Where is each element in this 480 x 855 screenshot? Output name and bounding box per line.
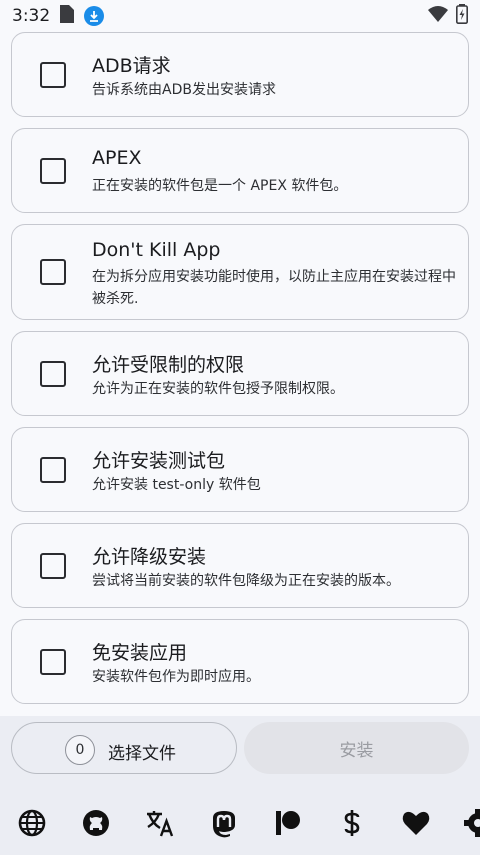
option-title: 允许安装测试包 bbox=[92, 450, 226, 472]
option-description: 在为拆分应用安装功能时使用，以防止主应用在安装过程中被杀死. bbox=[92, 269, 456, 307]
option-card-allow-test-packages[interactable]: 允许安装测试包 允许安装 test-only 软件包 bbox=[11, 427, 469, 512]
github-icon[interactable] bbox=[81, 808, 111, 838]
sim-card-icon bbox=[60, 5, 75, 27]
checkbox[interactable] bbox=[40, 552, 66, 579]
option-description: 尝试将当前安装的软件包降级为正在安装的版本。 bbox=[92, 573, 400, 589]
option-description: 告诉系统由ADB发出安装请求 bbox=[92, 82, 276, 98]
translate-icon[interactable] bbox=[145, 808, 175, 838]
option-card-allow-restricted-permissions[interactable]: 允许受限制的权限 允许为正在安装的软件包授予限制权限。 bbox=[11, 331, 469, 416]
mastodon-icon[interactable] bbox=[209, 808, 239, 838]
dollar-icon[interactable] bbox=[337, 808, 367, 838]
option-description: 安装软件包作为即时应用。 bbox=[92, 669, 260, 685]
checkbox[interactable] bbox=[40, 456, 66, 483]
checkbox[interactable] bbox=[40, 157, 66, 184]
checkbox[interactable] bbox=[40, 259, 66, 285]
download-icon bbox=[84, 6, 105, 26]
option-description: 正在安装的软件包是一个 APEX 软件包。 bbox=[92, 178, 348, 194]
globe-icon[interactable] bbox=[17, 808, 47, 838]
checkbox[interactable] bbox=[40, 648, 66, 675]
heart-icon[interactable] bbox=[401, 808, 431, 838]
option-description: 允许为正在安装的软件包授予限制权限。 bbox=[92, 381, 344, 397]
option-card-instant-app[interactable]: 免安装应用 安装软件包作为即时应用。 bbox=[11, 619, 469, 704]
option-description: 允许安装 test-only 软件包 bbox=[92, 477, 261, 493]
file-count-badge: 0 bbox=[65, 735, 95, 765]
select-files-button[interactable]: 0 选择文件 bbox=[11, 722, 237, 774]
battery-icon bbox=[456, 4, 468, 28]
bottom-panel: 0 选择文件 安装 bbox=[0, 716, 480, 855]
checkbox[interactable] bbox=[40, 61, 66, 88]
settings-icon[interactable] bbox=[463, 808, 480, 838]
status-bar: 3:32 bbox=[0, 0, 480, 32]
checkbox[interactable] bbox=[40, 360, 66, 387]
option-title: 允许受限制的权限 bbox=[92, 354, 245, 376]
option-card-allow-downgrade[interactable]: 允许降级安装 尝试将当前安装的软件包降级为正在安装的版本。 bbox=[11, 523, 469, 608]
option-title: Don't Kill App bbox=[92, 239, 221, 261]
option-card-apex[interactable]: APEX 正在安装的软件包是一个 APEX 软件包。 bbox=[11, 128, 469, 213]
option-title: ADB请求 bbox=[92, 55, 171, 77]
option-card-adb-request[interactable]: ADB请求 告诉系统由ADB发出安装请求 bbox=[11, 32, 469, 117]
wifi-icon bbox=[428, 6, 448, 26]
option-title: 允许降级安装 bbox=[92, 546, 207, 568]
patreon-icon[interactable] bbox=[273, 808, 303, 838]
select-files-label: 选择文件 bbox=[108, 744, 176, 764]
status-time: 3:32 bbox=[12, 6, 51, 26]
links-toolbar bbox=[0, 804, 480, 844]
option-card-dont-kill-app[interactable]: Don't Kill App 在为拆分应用安装功能时使用，以防止主应用在安装过程… bbox=[11, 224, 469, 320]
option-title: APEX bbox=[92, 147, 142, 169]
option-title: 免安装应用 bbox=[92, 642, 188, 664]
install-button[interactable]: 安装 bbox=[244, 722, 469, 774]
